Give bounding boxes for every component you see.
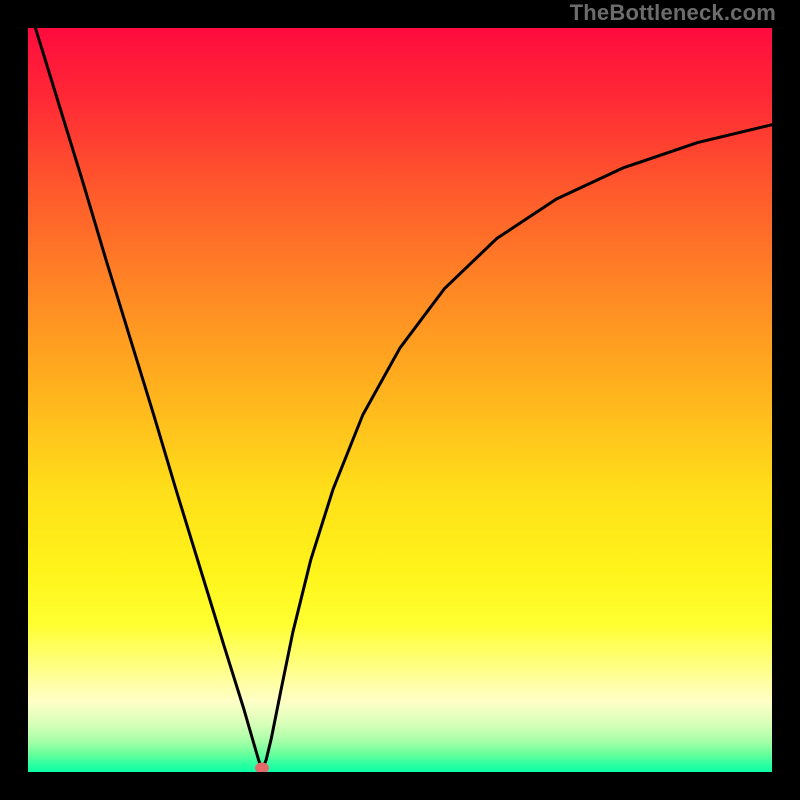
bottleneck-curve xyxy=(28,28,772,772)
chart-frame: TheBottleneck.com xyxy=(0,0,800,800)
plot-area xyxy=(28,28,772,772)
minimum-marker-icon xyxy=(255,762,269,772)
watermark-text: TheBottleneck.com xyxy=(570,0,776,26)
